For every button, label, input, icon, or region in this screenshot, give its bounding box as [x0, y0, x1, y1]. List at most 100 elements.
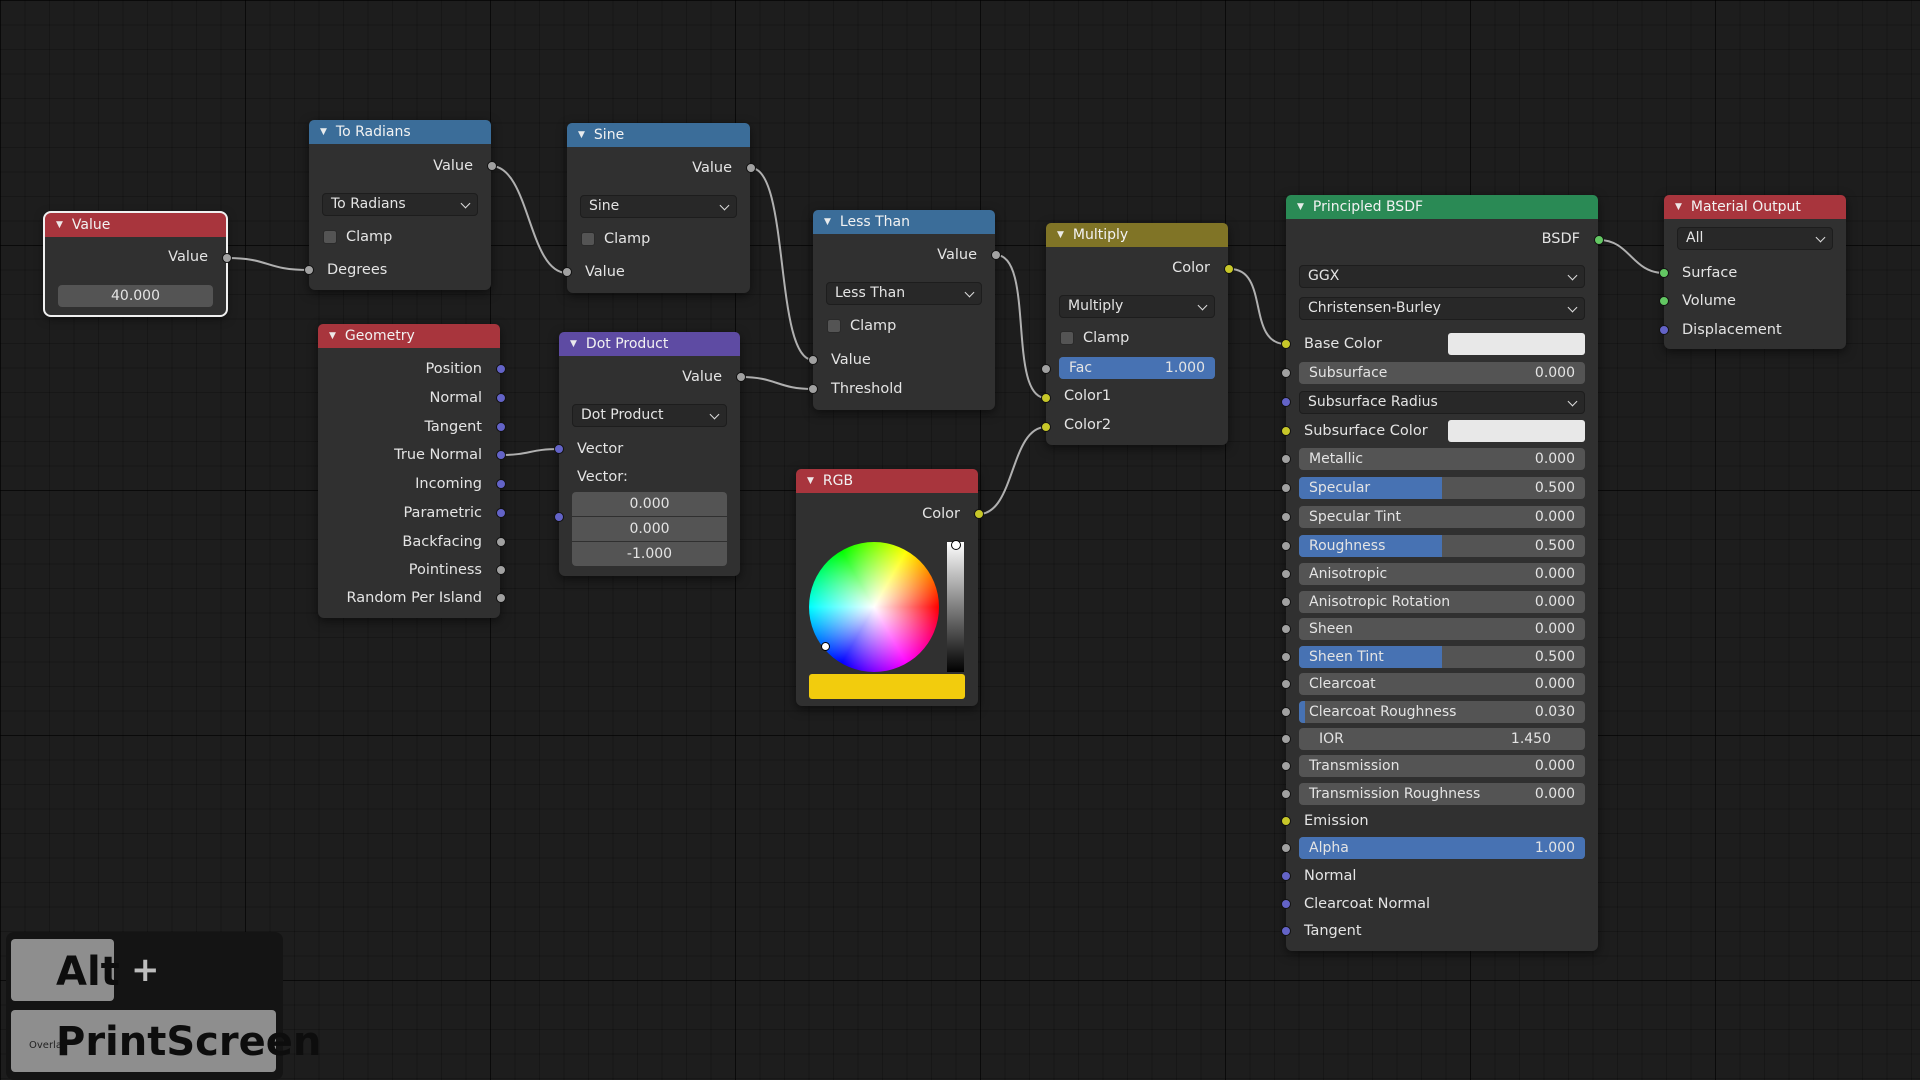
input-socket[interactable]: [562, 267, 572, 277]
dot-product-node-header[interactable]: ▼ Dot Product: [559, 332, 740, 356]
to-radians-node[interactable]: ▼ To Radians Value To Radians Clamp Degr…: [304, 120, 497, 290]
input-socket-fac[interactable]: [1041, 364, 1051, 374]
rgb-node[interactable]: ▼ RGB Color: [796, 469, 984, 706]
color-wheel[interactable]: [809, 542, 939, 672]
operation-dropdown[interactable]: Sine: [580, 195, 737, 218]
metallic-field[interactable]: Metallic 0.000: [1299, 448, 1585, 470]
sheen-tint-field[interactable]: Sheen Tint 0.500: [1299, 646, 1585, 668]
input-socket-sheen[interactable]: [1281, 624, 1291, 634]
input-socket-alpha[interactable]: [1281, 843, 1291, 853]
output-socket-position[interactable]: [496, 364, 506, 374]
output-socket-parametric[interactable]: [496, 508, 506, 518]
input-socket-subsurface-color[interactable]: [1281, 426, 1291, 436]
input-socket-roughness[interactable]: [1281, 541, 1291, 551]
sheen-field[interactable]: Sheen 0.000: [1299, 618, 1585, 640]
input-socket-color1[interactable]: [1041, 393, 1051, 403]
roughness-field[interactable]: Roughness 0.500: [1299, 535, 1585, 557]
specular-field[interactable]: Specular 0.500: [1299, 477, 1585, 499]
geometry-node-header[interactable]: ▼ Geometry: [318, 324, 500, 348]
output-socket[interactable]: [991, 250, 1001, 260]
dot-product-node[interactable]: ▼ Dot Product Value Dot Product Vector V…: [554, 332, 746, 576]
collapse-triangle-icon[interactable]: ▼: [578, 130, 585, 140]
clamp-row[interactable]: Clamp: [581, 228, 650, 250]
output-socket[interactable]: [1224, 264, 1234, 274]
input-socket-specular[interactable]: [1281, 483, 1291, 493]
principled-bsdf-node[interactable]: ▼ Principled BSDF BSDF GGX Christensen-B…: [1281, 195, 1604, 951]
subsurface-radius-dropdown[interactable]: Subsurface Radius: [1299, 391, 1585, 414]
collapse-triangle-icon[interactable]: ▼: [824, 217, 831, 227]
clamp-checkbox[interactable]: [323, 230, 337, 244]
target-dropdown[interactable]: All: [1677, 227, 1833, 250]
subsurface-field[interactable]: Subsurface 0.000: [1299, 362, 1585, 384]
color-wheel-cursor[interactable]: [821, 642, 830, 651]
input-socket-vector-2[interactable]: [554, 512, 564, 522]
output-socket-bsdf[interactable]: [1594, 235, 1604, 245]
input-socket-metallic[interactable]: [1281, 454, 1291, 464]
output-socket-random-per-island[interactable]: [496, 593, 506, 603]
vector-z-field[interactable]: -1.000: [572, 542, 727, 566]
input-socket-subsurface-radius[interactable]: [1281, 397, 1291, 407]
value-strip-cursor[interactable]: [951, 540, 961, 550]
material-output-node[interactable]: ▼ Material Output All Surface Volume Dis…: [1659, 195, 1846, 349]
collapse-triangle-icon[interactable]: ▼: [56, 220, 63, 230]
output-socket-incoming[interactable]: [496, 479, 506, 489]
clearcoat-field[interactable]: Clearcoat 0.000: [1299, 673, 1585, 695]
transmission-roughness-field[interactable]: Transmission Roughness 0.000: [1299, 783, 1585, 805]
subsurface-method-dropdown[interactable]: Christensen-Burley: [1299, 297, 1585, 320]
operation-dropdown[interactable]: Dot Product: [572, 404, 727, 427]
operation-dropdown[interactable]: To Radians: [322, 193, 478, 216]
input-socket-clearcoat-normal[interactable]: [1281, 899, 1291, 909]
output-socket-true-normal[interactable]: [496, 450, 506, 460]
anisotropic-field[interactable]: Anisotropic 0.000: [1299, 563, 1585, 585]
principled-bsdf-node-header[interactable]: ▼ Principled BSDF: [1286, 195, 1598, 219]
material-output-node-header[interactable]: ▼ Material Output: [1664, 195, 1846, 219]
output-socket-backfacing[interactable]: [496, 537, 506, 547]
collapse-triangle-icon[interactable]: ▼: [570, 339, 577, 349]
ior-field[interactable]: IOR 1.450: [1299, 728, 1585, 750]
input-socket-sheen-tint[interactable]: [1281, 652, 1291, 662]
output-socket-tangent[interactable]: [496, 422, 506, 432]
clamp-checkbox[interactable]: [581, 232, 595, 246]
clamp-checkbox[interactable]: [1060, 331, 1074, 345]
input-socket-clearcoat[interactable]: [1281, 679, 1291, 689]
input-socket-anisotropic[interactable]: [1281, 569, 1291, 579]
input-socket-anisotropic-rotation[interactable]: [1281, 597, 1291, 607]
input-socket-normal[interactable]: [1281, 871, 1291, 881]
base-color-swatch[interactable]: [1448, 333, 1585, 355]
less-than-node-header[interactable]: ▼ Less Than: [813, 210, 995, 234]
input-socket-emission[interactable]: [1281, 816, 1291, 826]
input-socket-ior[interactable]: [1281, 734, 1291, 744]
output-socket[interactable]: [222, 253, 232, 263]
input-socket-color2[interactable]: [1041, 422, 1051, 432]
sine-node-header[interactable]: ▼ Sine: [567, 123, 750, 147]
collapse-triangle-icon[interactable]: ▼: [1297, 202, 1304, 212]
value-node-header[interactable]: ▼ Value: [45, 213, 226, 237]
operation-dropdown[interactable]: Less Than: [826, 282, 982, 305]
clamp-row[interactable]: Clamp: [323, 226, 392, 248]
clamp-checkbox[interactable]: [827, 319, 841, 333]
input-socket[interactable]: [304, 265, 314, 275]
output-socket[interactable]: [974, 509, 984, 519]
collapse-triangle-icon[interactable]: ▼: [329, 331, 336, 341]
input-socket-subsurface[interactable]: [1281, 368, 1291, 378]
value-strip[interactable]: [947, 540, 964, 672]
collapse-triangle-icon[interactable]: ▼: [807, 476, 814, 486]
input-socket-transmission-roughness[interactable]: [1281, 789, 1291, 799]
value-node[interactable]: ▼ Value Value 40.000: [43, 211, 232, 317]
value-field[interactable]: 40.000: [58, 285, 213, 307]
anisotropic-rotation-field[interactable]: Anisotropic Rotation 0.000: [1299, 591, 1585, 613]
input-socket-specular-tint[interactable]: [1281, 512, 1291, 522]
rgb-node-header[interactable]: ▼ RGB: [796, 469, 978, 493]
output-socket[interactable]: [746, 163, 756, 173]
collapse-triangle-icon[interactable]: ▼: [1057, 230, 1064, 240]
output-socket[interactable]: [736, 372, 746, 382]
subsurface-color-swatch[interactable]: [1448, 420, 1585, 442]
clearcoat-roughness-field[interactable]: Clearcoat Roughness 0.030: [1299, 701, 1585, 723]
alpha-field[interactable]: Alpha 1.000: [1299, 837, 1585, 859]
collapse-triangle-icon[interactable]: ▼: [1675, 202, 1682, 212]
input-socket-transmission[interactable]: [1281, 761, 1291, 771]
clamp-row[interactable]: Clamp: [1060, 327, 1129, 349]
to-radians-node-header[interactable]: ▼ To Radians: [309, 120, 491, 144]
multiply-node-header[interactable]: ▼ Multiply: [1046, 223, 1228, 247]
transmission-field[interactable]: Transmission 0.000: [1299, 755, 1585, 777]
